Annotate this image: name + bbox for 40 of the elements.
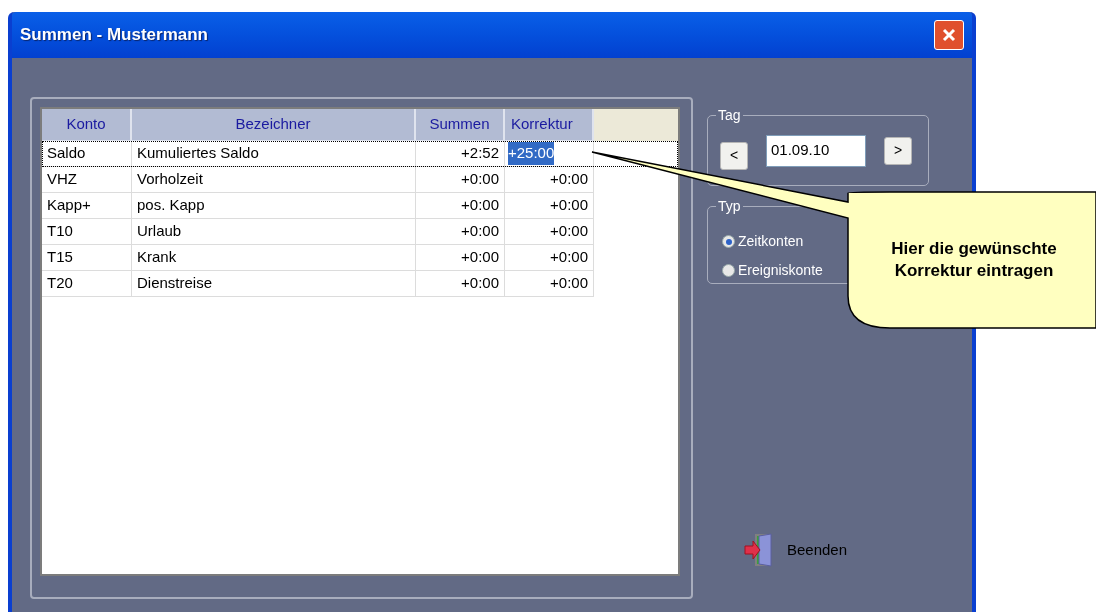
table-cell: +0:00 [505, 193, 594, 219]
column-header[interactable]: Konto [42, 109, 132, 141]
table-cell: +0:00 [416, 167, 505, 193]
table-cell: +0:00 [416, 271, 505, 297]
table-cell: +0:00 [505, 271, 594, 297]
table-cell: T15 [42, 245, 132, 271]
table-cell: Vorholzeit [132, 167, 416, 193]
table-cell: Urlaub [132, 219, 416, 245]
date-field[interactable]: 01.09.10 [766, 134, 866, 167]
table-cell: +0:00 [416, 193, 505, 219]
table-cell: Krank [132, 245, 416, 271]
column-header[interactable]: Bezeichner [132, 109, 416, 141]
column-header[interactable]: Summen [416, 109, 505, 141]
table-cell: +0:00 [416, 245, 505, 271]
table-cell: +0:00 [416, 219, 505, 245]
next-day-button[interactable]: > [884, 136, 912, 165]
radio-label[interactable]: Zeitkonten [738, 231, 804, 252]
table-cell: Saldo [42, 141, 132, 167]
table-cell: Dienstreise [132, 271, 416, 297]
table-cell: +0:00 [505, 167, 594, 193]
table-cell: T10 [42, 219, 132, 245]
close-button[interactable] [934, 20, 964, 50]
table-cell: Kumuliertes Saldo [132, 141, 416, 167]
callout-text: Hier die gewünschte Korrektur eintragen [890, 238, 1058, 282]
table-cell: VHZ [42, 167, 132, 193]
correction-edit-field[interactable]: +25:00 [505, 141, 594, 167]
radio-button[interactable] [722, 264, 735, 277]
exit-button[interactable]: Beenden [743, 532, 873, 568]
table-cell: +0:00 [505, 219, 594, 245]
table-cell: pos. Kapp [132, 193, 416, 219]
column-header[interactable]: Korrektur [505, 109, 594, 141]
radio-button[interactable] [722, 235, 735, 248]
table-cell: T20 [42, 271, 132, 297]
close-icon [941, 27, 957, 43]
previous-day-button[interactable]: < [720, 141, 748, 170]
window-title: Summen - Mustermann [20, 24, 208, 47]
radio-label[interactable]: Ereigniskonte [738, 260, 823, 281]
table-cell: +2:52 [416, 141, 505, 167]
table-cell: Kapp+ [42, 193, 132, 219]
table-cell: +0:00 [505, 245, 594, 271]
